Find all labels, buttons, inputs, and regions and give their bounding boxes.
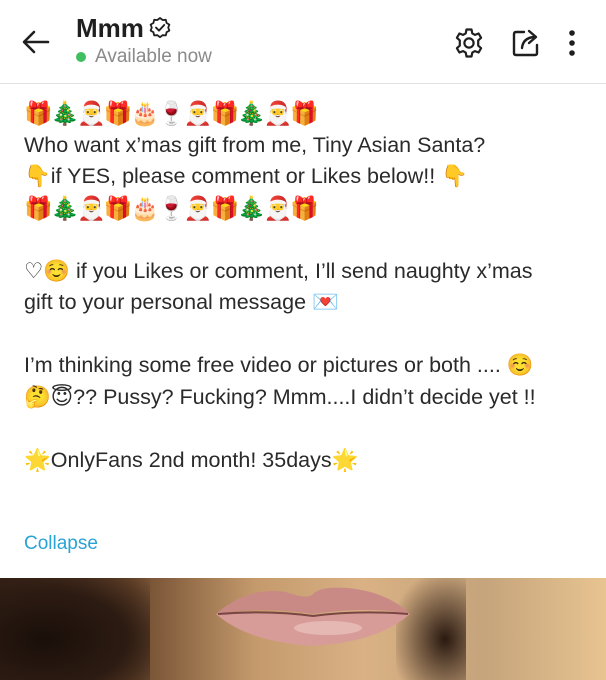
- post-line: Who want x’mas gift from me, Tiny Asian …: [24, 132, 486, 157]
- settings-gear-icon[interactable]: [452, 26, 486, 60]
- profile-name: Mmm: [76, 13, 144, 43]
- title-row: Mmm: [76, 12, 212, 44]
- post-text: 🎁🎄🎅🎁🎂🍷🎅🎁🎄🎅🎁 Who want x’mas gift from me,…: [24, 98, 594, 476]
- emoji-row-top: 🎁🎄🎅🎁🎂🍷🎅🎁🎄🎅🎁: [24, 100, 319, 126]
- photo-lips: [216, 587, 410, 646]
- verified-badge-icon: [149, 17, 171, 39]
- post-photo[interactable]: [0, 578, 606, 680]
- post-line: 👇if YES, please comment or Likes below!!…: [24, 164, 468, 188]
- post-line: 🌟OnlyFans 2nd month! 35days🌟: [24, 447, 359, 472]
- chat-header: Mmm Available now: [0, 0, 606, 84]
- status-row: Available now: [76, 46, 212, 68]
- back-arrow-icon[interactable]: [18, 24, 54, 60]
- photo-hair-left: [0, 578, 150, 680]
- share-icon[interactable]: [509, 26, 543, 60]
- emoji-row-bottom: 🎁🎄🎅🎁🎂🍷🎅🎁🎄🎅🎁: [24, 194, 319, 221]
- collapse-link[interactable]: Collapse: [24, 533, 98, 555]
- status-text: Available now: [95, 46, 212, 67]
- profile-info[interactable]: Mmm Available now: [76, 12, 212, 68]
- post-line: I’m thinking some free video or pictures…: [24, 353, 534, 377]
- post-line: 🤔😇?? Pussy? Fucking? Mmm....I didn’t dec…: [24, 384, 536, 409]
- more-vertical-icon[interactable]: [557, 26, 587, 60]
- post-line: ♡☺️ if you Likes or comment, I’ll send n…: [24, 258, 533, 283]
- post-line: gift to your personal message 💌: [24, 290, 339, 314]
- online-status-dot: [76, 52, 86, 62]
